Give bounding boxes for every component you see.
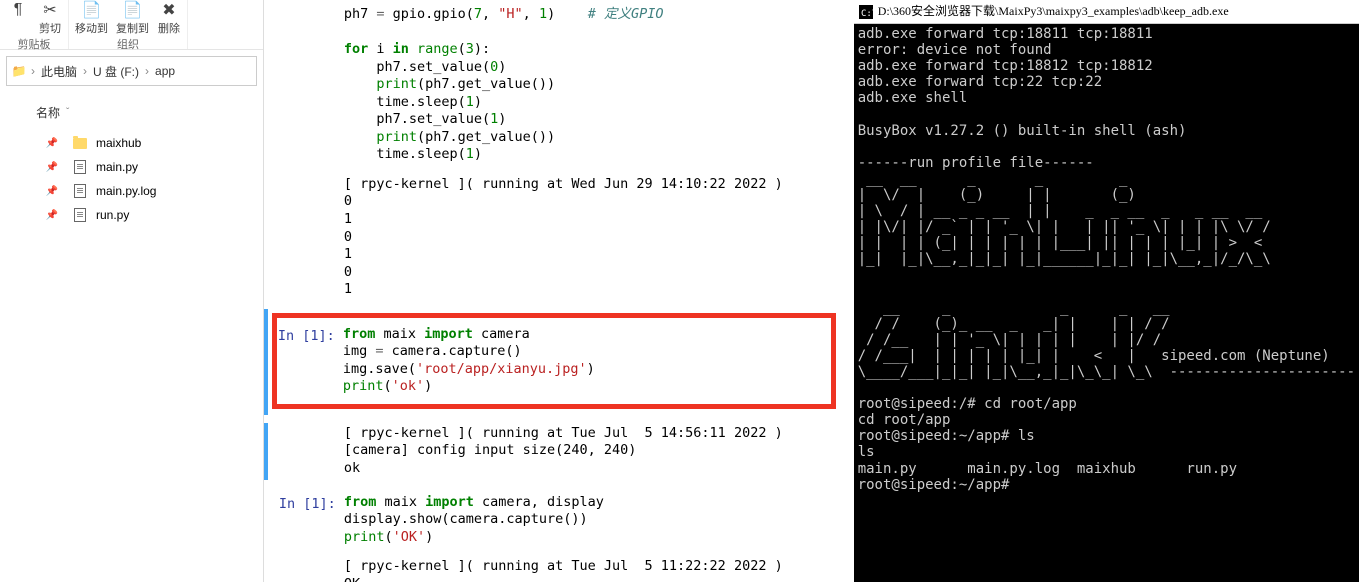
breadcrumb-part[interactable]: app xyxy=(151,60,179,82)
cell-output: [ rpyc-kernel ]( running at Wed Jun 29 1… xyxy=(278,174,836,301)
ribbon-item-delete[interactable]: ✖删除 xyxy=(157,0,181,36)
column-header-name[interactable]: 名称 ˇ xyxy=(36,98,257,127)
cmd-icon: C:\ xyxy=(858,4,874,20)
file-explorer: ¶ ✂剪切 剪贴板 📄移动到 📄复制到 ✖删除 组织 📁 › 此电脑 › U 盘… xyxy=(0,0,264,582)
chevron-right-icon[interactable]: › xyxy=(143,64,151,78)
ribbon-item-copyto[interactable]: 📄复制到 xyxy=(116,0,149,36)
scissors-icon: ✂ xyxy=(38,0,62,20)
output-text: [ rpyc-kernel ]( running at Tue Jul 5 11… xyxy=(344,558,836,582)
jupyter-notebook: ph7 = gpio.gpio(7, "H", 1) # 定义GPIO for … xyxy=(264,0,854,582)
code-cell[interactable]: ph7 = gpio.gpio(7, "H", 1) # 定义GPIO for … xyxy=(278,4,836,166)
cell-prompt xyxy=(278,4,344,166)
file-row[interactable]: 📌 run.py xyxy=(0,203,263,227)
copy-icon: 📄 xyxy=(121,0,145,20)
breadcrumb-part[interactable]: 此电脑 xyxy=(37,59,81,84)
pin-icon: 📌 xyxy=(40,162,64,173)
delete-icon: ✖ xyxy=(157,0,181,20)
breadcrumb-part[interactable]: U 盘 (F:) xyxy=(89,59,143,84)
folder-icon xyxy=(72,135,88,151)
ribbon: ¶ ✂剪切 剪贴板 📄移动到 📄复制到 ✖删除 组织 xyxy=(0,0,263,50)
file-name: main.py.log xyxy=(96,184,156,198)
output-text: [ rpyc-kernel ]( running at Wed Jun 29 1… xyxy=(344,176,836,299)
file-icon xyxy=(72,159,88,175)
ribbon-item-know[interactable]: ¶ xyxy=(6,0,30,36)
chevron-right-icon[interactable]: › xyxy=(81,64,89,78)
glyph-icon: ¶ xyxy=(6,0,30,20)
ribbon-item-moveto[interactable]: 📄移动到 xyxy=(75,0,108,36)
file-name: maixhub xyxy=(96,136,141,150)
move-icon: 📄 xyxy=(80,0,104,20)
output-text: [ rpyc-kernel ]( running at Tue Jul 5 14… xyxy=(344,425,836,478)
window-title: D:\360安全浏览器下载\MaixPy3\maixpy3_examples\a… xyxy=(878,4,1229,18)
code-source[interactable]: from maix import camera, display display… xyxy=(344,492,836,549)
caret-icon: ˇ xyxy=(66,107,69,118)
ribbon-group-label: 组织 xyxy=(117,36,139,52)
breadcrumb[interactable]: 📁 › 此电脑 › U 盘 (F:) › app xyxy=(6,56,257,86)
file-icon xyxy=(72,207,88,223)
code-cell[interactable]: In [1]: from maix import camera, display… xyxy=(278,492,836,549)
file-name: run.py xyxy=(96,208,129,222)
code-cell-active[interactable]: In [1]: from maix import camera img = ca… xyxy=(264,309,836,415)
pin-icon: 📌 xyxy=(40,186,64,197)
cell-output: [ rpyc-kernel ]( running at Tue Jul 5 14… xyxy=(264,423,836,480)
file-row[interactable]: 📌 main.py.log xyxy=(0,179,263,203)
pin-icon: 📌 xyxy=(40,210,64,221)
ribbon-group-label: 剪贴板 xyxy=(18,36,51,52)
file-list: 📌 maixhub 📌 main.py 📌 main.py.log 📌 run.… xyxy=(0,131,263,582)
file-row[interactable]: 📌 maixhub xyxy=(0,131,263,155)
terminal-output: adb.exe forward tcp:18811 tcp:18811 erro… xyxy=(858,26,1355,493)
ribbon-group-clipboard: ¶ ✂剪切 剪贴板 xyxy=(0,0,69,49)
window-titlebar[interactable]: C:\ D:\360安全浏览器下载\MaixPy3\maixpy3_exampl… xyxy=(854,0,1359,24)
cell-prompt: In [1]: xyxy=(278,492,344,549)
chevron-right-icon[interactable]: › xyxy=(29,64,37,78)
cell-prompt: In [1]: xyxy=(277,324,343,398)
svg-text:C:\: C:\ xyxy=(861,9,873,19)
code-source[interactable]: ph7 = gpio.gpio(7, "H", 1) # 定义GPIO for … xyxy=(344,4,836,166)
terminal-body[interactable]: adb.exe forward tcp:18811 tcp:18811 erro… xyxy=(854,24,1359,582)
pin-icon: 📌 xyxy=(40,138,64,149)
terminal-window: C:\ D:\360安全浏览器下载\MaixPy3\maixpy3_exampl… xyxy=(854,0,1359,582)
file-row[interactable]: 📌 main.py xyxy=(0,155,263,179)
code-source[interactable]: from maix import camera img = camera.cap… xyxy=(343,324,825,398)
file-name: main.py xyxy=(96,160,138,174)
ribbon-item-cut[interactable]: ✂剪切 xyxy=(38,0,62,36)
folder-icon: 📁 xyxy=(9,64,29,78)
cell-output: [ rpyc-kernel ]( running at Tue Jul 5 11… xyxy=(278,556,836,582)
file-icon xyxy=(72,183,88,199)
ribbon-group-organize: 📄移动到 📄复制到 ✖删除 组织 xyxy=(69,0,188,49)
